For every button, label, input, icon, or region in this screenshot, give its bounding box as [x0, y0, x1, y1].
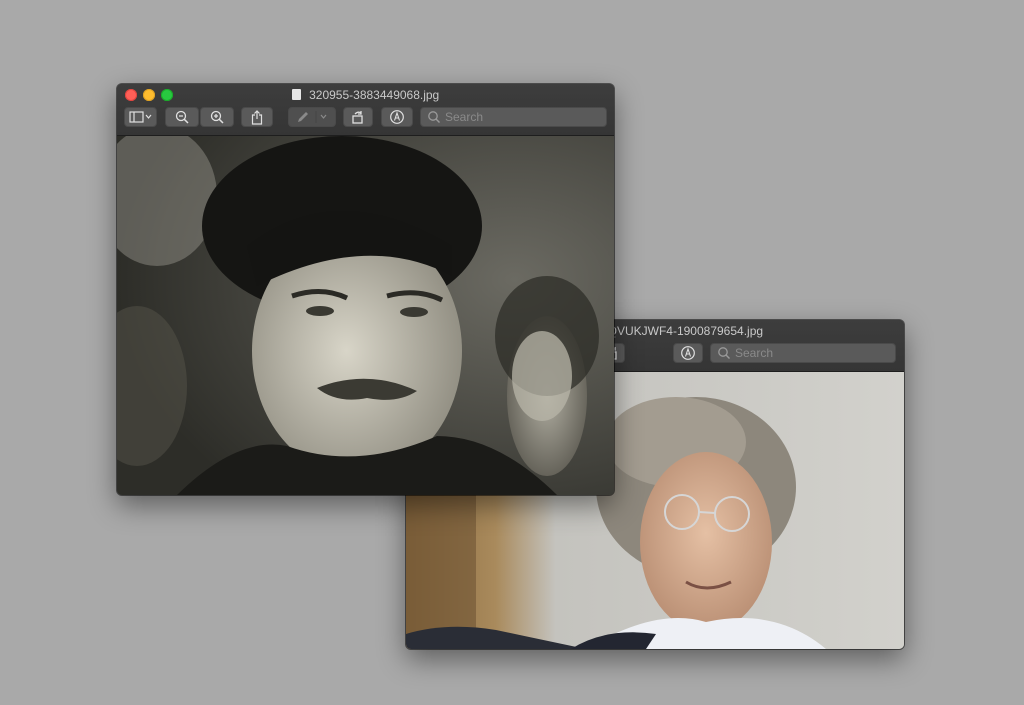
photo-man-dark-hair — [117, 136, 614, 495]
title-bar[interactable]: 320955-3883449068.jpg Search — [117, 84, 614, 136]
pen-icon — [298, 111, 327, 123]
zoom-in-icon — [210, 110, 224, 124]
share-icon — [251, 109, 263, 125]
sidebar-button[interactable] — [124, 107, 157, 127]
markup-icon — [681, 346, 695, 360]
share-button[interactable] — [241, 107, 273, 127]
pen-tool-button[interactable] — [288, 107, 336, 127]
zoom-out-button[interactable] — [165, 107, 199, 127]
markup-icon — [390, 110, 404, 124]
document-icon — [291, 89, 301, 100]
search-placeholder: Search — [735, 346, 774, 360]
preview-window-front[interactable]: 320955-3883449068.jpg Search — [117, 84, 614, 495]
zoom-in-button[interactable] — [200, 107, 234, 127]
image-canvas[interactable] — [117, 136, 614, 495]
search-icon — [428, 111, 440, 123]
search-icon — [718, 347, 730, 359]
rotate-button[interactable] — [343, 107, 373, 127]
search-placeholder: Search — [445, 110, 484, 124]
window-title-wrap: 320955-3883449068.jpg — [117, 87, 614, 103]
markup-button[interactable] — [673, 343, 703, 363]
search-field[interactable]: Search — [420, 107, 607, 127]
search-field[interactable]: Search — [710, 343, 896, 363]
window-title: 320955-3883449068.jpg — [309, 88, 440, 102]
zoom-out-icon — [175, 110, 189, 124]
markup-button[interactable] — [381, 107, 413, 127]
rotate-icon — [352, 111, 363, 124]
sidebar-icon — [128, 111, 151, 123]
